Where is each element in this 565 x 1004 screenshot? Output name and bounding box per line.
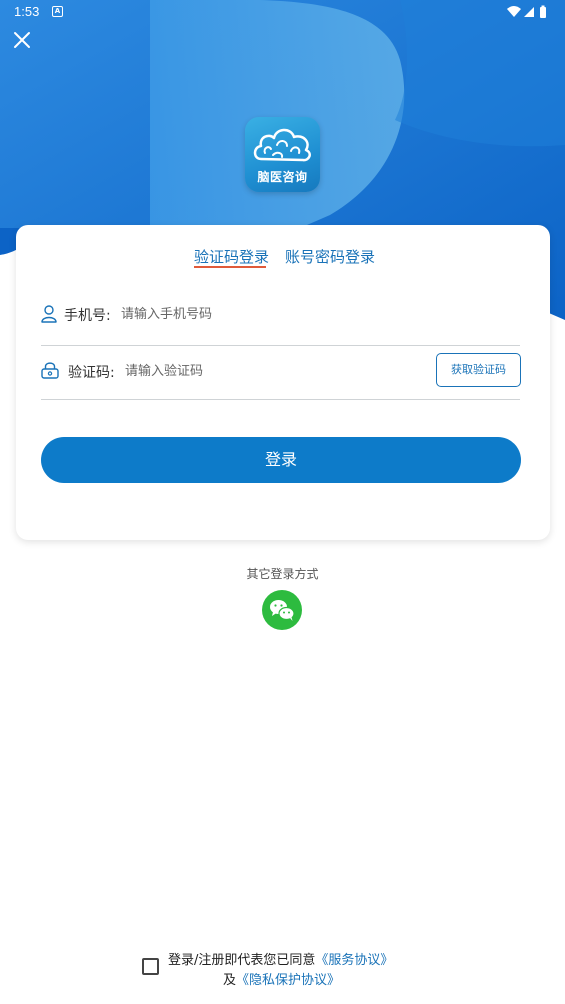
agreement-text-line2: 及《隐私保护协议》 bbox=[223, 969, 340, 988]
wechat-icon bbox=[270, 600, 295, 621]
wifi-icon bbox=[507, 6, 521, 17]
privacy-agreement-link[interactable]: 《隐私保护协议》 bbox=[236, 973, 340, 988]
agreement-text-line1: 登录/注册即代表您已同意《服务协议》 bbox=[168, 949, 393, 968]
tab-password-login[interactable]: 账号密码登录 bbox=[285, 246, 375, 267]
close-button[interactable] bbox=[10, 28, 34, 52]
phone-field: 手机号: bbox=[41, 293, 520, 346]
service-agreement-link[interactable]: 《服务协议》 bbox=[315, 953, 393, 968]
get-code-button[interactable]: 获取验证码 bbox=[436, 353, 521, 387]
agreement-prefix: 登录/注册即代表您已同意 bbox=[168, 953, 316, 968]
status-time: 1:53 bbox=[14, 4, 40, 19]
lock-icon bbox=[41, 362, 59, 379]
login-button[interactable]: 登录 bbox=[41, 437, 521, 483]
active-tab-indicator bbox=[194, 266, 266, 268]
status-bar: 1:53 A bbox=[0, 0, 565, 24]
cloud-icon bbox=[253, 128, 311, 162]
user-icon bbox=[41, 305, 57, 323]
agreement-checkbox[interactable] bbox=[142, 958, 159, 975]
battery-icon bbox=[540, 5, 546, 18]
tab-sms-login[interactable]: 验证码登录 bbox=[194, 246, 269, 267]
app-logo: 脑医咨询 bbox=[245, 117, 320, 192]
status-icons bbox=[505, 4, 555, 20]
agreement-and: 及 bbox=[223, 973, 237, 988]
notification-icon: A bbox=[52, 6, 63, 17]
phone-input[interactable] bbox=[121, 304, 501, 324]
code-input[interactable] bbox=[125, 361, 425, 381]
code-label: 验证码: bbox=[68, 365, 115, 381]
wechat-login-button[interactable] bbox=[262, 590, 302, 630]
signal-icon bbox=[524, 7, 534, 17]
other-login-title: 其它登录方式 bbox=[246, 567, 319, 581]
login-card: 验证码登录 账号密码登录 手机号: 验证码: 获取验证码 登录 bbox=[16, 225, 550, 540]
close-icon bbox=[14, 32, 30, 48]
phone-label: 手机号: bbox=[64, 308, 111, 324]
logo-text: 脑医咨询 bbox=[257, 170, 308, 184]
